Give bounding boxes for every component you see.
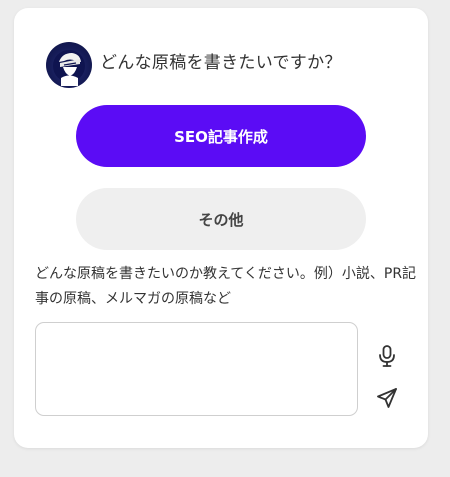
chat-card: どんな原稿を書きたいですか？ SEO記事作成 その他 どんな原稿を書きたいのか教… <box>14 8 428 448</box>
send-icon <box>377 388 397 408</box>
instruction-text: どんな原稿を書きたいのか教えてください。例）小説、PR記事の原稿、メルマガの原稿… <box>35 266 417 307</box>
prompt-question: どんな原稿を書きたいですか？ <box>100 53 342 73</box>
draft-request-input[interactable] <box>35 322 358 416</box>
microphone-button[interactable] <box>373 342 401 370</box>
avatar <box>46 42 92 88</box>
microphone-icon <box>379 345 395 367</box>
other-option-button[interactable]: その他 <box>76 188 366 250</box>
writer-avatar-icon <box>53 50 85 86</box>
seo-article-button[interactable]: SEO記事作成 <box>76 105 366 167</box>
send-button[interactable] <box>373 384 401 412</box>
